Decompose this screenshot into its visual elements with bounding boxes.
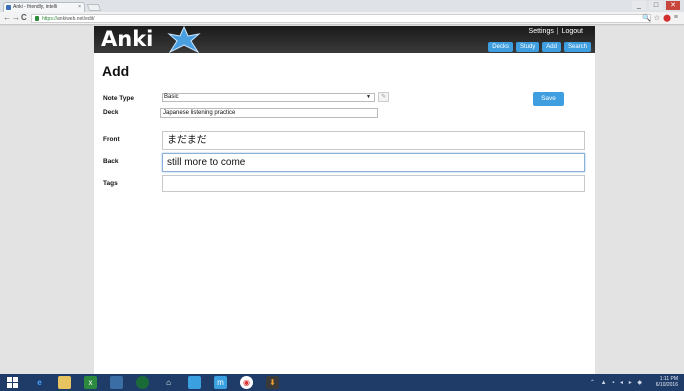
forward-button[interactable]: → [12, 13, 20, 22]
menu-icon[interactable]: ≡ [674, 14, 678, 22]
maximize-button[interactable]: □ [649, 1, 663, 10]
logout-link[interactable]: Logout [562, 28, 583, 35]
media-player-icon[interactable] [136, 376, 149, 389]
ankiweb-page: Anki Settings | Logout Decks Study Add S… [94, 26, 595, 374]
close-window-button[interactable]: ✕ [666, 1, 680, 10]
url-scheme: https:// [42, 16, 58, 22]
windows-start-icon[interactable] [6, 376, 19, 389]
zoom-icon[interactable]: 🔍 [642, 14, 651, 22]
front-field[interactable]: まだまだ [162, 131, 585, 150]
chevron-down-icon: ▼ [366, 94, 371, 100]
page-right-margin [595, 26, 684, 374]
deck-input[interactable]: Japanese listening practice [160, 108, 378, 118]
browser-tab-strip: Anki - friendly, intelli × _ □ ✕ [0, 0, 684, 12]
save-button[interactable]: Save [533, 92, 564, 106]
chrome-icon[interactable]: ◉ [240, 376, 253, 389]
download-app-icon[interactable]: ⬇ [266, 376, 279, 389]
anki-logo[interactable]: Anki [101, 27, 153, 51]
nav-decks-button[interactable]: Decks [488, 42, 513, 52]
front-label: Front [103, 136, 120, 143]
system-tray-icons[interactable]: ⌃ ▲ ▪ ◂ ▸ ◆ [590, 379, 644, 386]
note-type-select[interactable]: Basic ▼ [162, 93, 375, 102]
windows-taskbar: e x ⌂ m ◉ ⬇ ⌃ ▲ ▪ ◂ ▸ ◆ 1:11 PM 6/10/201… [0, 374, 684, 391]
back-button[interactable]: ← [3, 13, 11, 22]
page-title: Add [102, 63, 130, 79]
anki-favicon-icon [6, 5, 11, 10]
new-tab-button[interactable] [86, 4, 102, 11]
excel-icon[interactable]: x [84, 376, 97, 389]
back-field[interactable]: still more to come [162, 153, 585, 172]
computer-icon[interactable] [110, 376, 123, 389]
reload-button[interactable]: C [21, 13, 27, 22]
minimize-button[interactable]: _ [632, 1, 646, 10]
back-label: Back [103, 158, 119, 165]
anki-star-icon [167, 26, 201, 53]
browser-tab[interactable]: Anki - friendly, intelli × [3, 2, 85, 12]
mail-icon[interactable]: m [214, 376, 227, 389]
tags-label: Tags [103, 180, 118, 187]
tab-close-icon[interactable]: × [78, 4, 81, 10]
note-type-label: Note Type [103, 95, 134, 102]
tab-title: Anki - friendly, intelli [13, 4, 58, 10]
page-left-margin [0, 26, 94, 374]
file-explorer-icon[interactable] [58, 376, 71, 389]
bookmark-star-icon[interactable]: ☆ [654, 14, 660, 22]
header-links: Settings | Logout [529, 28, 583, 35]
app-tile-icon[interactable] [188, 376, 201, 389]
address-bar-icons: 🔍 ☆ ⬤ ≡ [642, 14, 678, 22]
nav-search-button[interactable]: Search [563, 42, 591, 52]
system-clock[interactable]: 1:11 PM 6/10/2016 [656, 376, 678, 388]
url-path: ankiweb.net/edit/ [57, 16, 95, 22]
address-bar-row: ← → C https://ankiweb.net/edit/ 🔍 ☆ ⬤ ≡ [0, 12, 684, 25]
home-icon[interactable]: ⌂ [162, 376, 175, 389]
internet-explorer-icon[interactable]: e [33, 376, 46, 389]
url-input[interactable]: https://ankiweb.net/edit/ [31, 14, 651, 23]
lock-icon [35, 16, 39, 21]
nav-add-button[interactable]: Add [542, 42, 561, 52]
clock-date: 6/10/2016 [655, 382, 678, 388]
edit-note-type-button[interactable]: ✎ [378, 92, 389, 102]
extension-icon[interactable]: ⬤ [663, 14, 671, 22]
site-header: Anki Settings | Logout Decks Study Add S… [94, 26, 595, 53]
settings-link[interactable]: Settings [529, 28, 554, 35]
link-separator: | [556, 28, 559, 35]
pencil-icon: ✎ [380, 94, 387, 100]
deck-label: Deck [103, 109, 119, 116]
tags-field[interactable] [162, 175, 585, 192]
window-controls: _ □ ✕ [632, 1, 680, 10]
nav-study-button[interactable]: Study [515, 42, 540, 52]
note-type-value: Basic [164, 94, 179, 100]
main-nav: Decks Study Add Search [488, 42, 591, 52]
